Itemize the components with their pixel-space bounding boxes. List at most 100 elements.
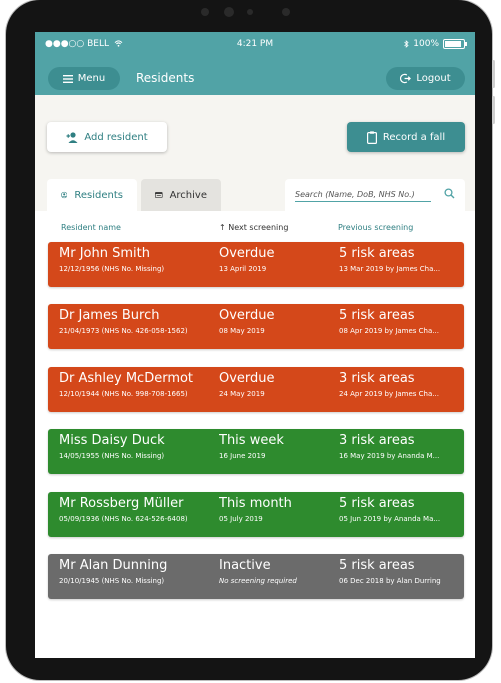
previous-screening-detail: 06 Dec 2018 by Alan Durring	[339, 577, 441, 585]
resident-details: 14/05/1955 (NHS No. Missing)	[59, 452, 165, 460]
status-bar: ●●●○○ BELL 4:21 PM 100%	[35, 32, 475, 54]
residents-panel: Resident name ↑ Next screening Previous …	[35, 211, 475, 658]
resident-details: 12/12/1956 (NHS No. Missing)	[59, 265, 165, 273]
resident-row[interactable]: Mr Rossberg Müller 05/09/1936 (NHS No. 62…	[48, 492, 464, 537]
next-screening-date: 05 July 2019	[219, 515, 263, 523]
archive-icon	[155, 192, 163, 198]
resident-details: 12/10/1944 (NHS No. 998-708-1665)	[59, 390, 188, 398]
volume-button	[492, 96, 495, 124]
resident-details: 21/04/1973 (NHS No. 426-058-1562)	[59, 327, 188, 335]
resident-name-cell: Miss Daisy Duck 14/05/1955 (NHS No. Missi…	[59, 433, 214, 460]
tablet-frame: ●●●○○ BELL 4:21 PM 100% Menu Residents L…	[6, 0, 495, 680]
menu-label: Menu	[77, 73, 106, 84]
resident-name: Miss Daisy Duck	[59, 433, 165, 448]
battery-icon	[443, 39, 467, 49]
next-screening-date: 13 April 2019	[219, 265, 267, 273]
next-screening-date: 24 May 2019	[219, 390, 265, 398]
hamburger-icon	[62, 74, 73, 83]
next-screening-status: This month	[219, 496, 292, 511]
resident-row[interactable]: Dr James Burch 21/04/1973 (NHS No. 426-05…	[48, 304, 464, 349]
resident-row[interactable]: Mr Alan Dunning 20/10/1945 (NHS No. Missi…	[48, 554, 464, 599]
add-resident-button[interactable]: Add resident	[47, 122, 167, 152]
front-camera	[224, 7, 234, 17]
page-title: Residents	[136, 71, 195, 85]
previous-screening-cell: 5 risk areas 05 Jun 2019 by Ananda Ma...	[339, 496, 459, 523]
resident-name-cell: Mr John Smith 12/12/1956 (NHS No. Missing…	[59, 246, 214, 273]
resident-name-cell: Mr Alan Dunning 20/10/1945 (NHS No. Missi…	[59, 558, 214, 585]
previous-screening-cell: 5 risk areas 08 Apr 2019 by James Cha...	[339, 308, 459, 335]
sensor-dot	[282, 8, 290, 16]
next-screening-cell: This week 16 June 2019	[219, 433, 334, 460]
battery-percent: 100%	[413, 39, 439, 49]
resident-row[interactable]: Dr Ashley McDermot 12/10/1944 (NHS No. 99…	[48, 367, 464, 412]
previous-screening-cell: 5 risk areas 06 Dec 2018 by Alan Durring	[339, 558, 459, 585]
previous-screening-summary: 5 risk areas	[339, 308, 415, 323]
clipboard-icon	[366, 130, 377, 144]
previous-screening-summary: 3 risk areas	[339, 433, 415, 448]
column-header-next[interactable]: ↑ Next screening	[219, 223, 288, 232]
previous-screening-summary: 5 risk areas	[339, 246, 415, 261]
resident-name-cell: Dr James Burch 21/04/1973 (NHS No. 426-05…	[59, 308, 214, 335]
resident-details: 05/09/1936 (NHS No. 624-526-6408)	[59, 515, 188, 523]
main-content: Add resident Record a fall Residents Arc…	[35, 95, 475, 658]
resident-name: Mr Rossberg Müller	[59, 496, 184, 511]
resident-details: 20/10/1945 (NHS No. Missing)	[59, 577, 165, 585]
record-fall-button[interactable]: Record a fall	[347, 122, 465, 152]
tab-bar: Residents Archive	[47, 179, 221, 211]
previous-screening-detail: 05 Jun 2019 by Ananda Ma...	[339, 515, 441, 523]
next-screening-cell: Inactive No screening required	[219, 558, 334, 585]
tab-archive[interactable]: Archive	[141, 179, 221, 211]
previous-screening-summary: 3 risk areas	[339, 371, 415, 386]
next-screening-status: Overdue	[219, 308, 275, 323]
previous-screening-summary: 5 risk areas	[339, 558, 415, 573]
resident-row[interactable]: Miss Daisy Duck 14/05/1955 (NHS No. Missi…	[48, 429, 464, 474]
search-box	[285, 179, 465, 211]
record-fall-label: Record a fall	[382, 131, 446, 143]
next-screening-status: Overdue	[219, 246, 275, 261]
sensor-dot	[247, 9, 253, 15]
resident-name: Dr Ashley McDermot	[59, 371, 194, 386]
person-circle-icon	[61, 191, 68, 199]
add-person-icon	[66, 131, 78, 143]
next-screening-cell: This month 05 July 2019	[219, 496, 334, 523]
app-header: ●●●○○ BELL 4:21 PM 100% Menu Residents L…	[35, 32, 475, 95]
previous-screening-detail: 16 May 2019 by Ananda M...	[339, 452, 440, 460]
next-screening-cell: Overdue 13 April 2019	[219, 246, 334, 273]
previous-screening-detail: 13 Mar 2019 by James Cha...	[339, 265, 441, 273]
column-header-name[interactable]: Resident name	[61, 223, 121, 232]
search-icon[interactable]	[444, 188, 455, 199]
tab-residents[interactable]: Residents	[47, 179, 137, 211]
resident-name: Mr John Smith	[59, 246, 150, 261]
resident-name-cell: Mr Rossberg Müller 05/09/1936 (NHS No. 62…	[59, 496, 214, 523]
resident-name-cell: Dr Ashley McDermot 12/10/1944 (NHS No. 99…	[59, 371, 214, 398]
resident-row[interactable]: Mr John Smith 12/12/1956 (NHS No. Missing…	[48, 242, 464, 287]
volume-button	[492, 60, 495, 88]
previous-screening-cell: 3 risk areas 24 Apr 2019 by James Cha...	[339, 371, 459, 398]
previous-screening-summary: 5 risk areas	[339, 496, 415, 511]
previous-screening-detail: 08 Apr 2019 by James Cha...	[339, 327, 439, 335]
previous-screening-detail: 24 Apr 2019 by James Cha...	[339, 390, 439, 398]
next-screening-date: 16 June 2019	[219, 452, 266, 460]
sensor-dot	[201, 8, 209, 16]
next-screening-date: 08 May 2019	[219, 327, 265, 335]
next-screening-status: This week	[219, 433, 284, 448]
column-header-previous[interactable]: Previous screening	[338, 223, 413, 232]
add-resident-label: Add resident	[84, 131, 148, 143]
next-screening-status: Overdue	[219, 371, 275, 386]
resident-name: Dr James Burch	[59, 308, 160, 323]
tab-label: Archive	[169, 189, 207, 201]
previous-screening-cell: 3 risk areas 16 May 2019 by Ananda M...	[339, 433, 459, 460]
logout-icon	[400, 73, 412, 84]
logout-button[interactable]: Logout	[386, 67, 465, 90]
menu-button[interactable]: Menu	[48, 67, 120, 90]
battery-indicator: 100%	[404, 39, 467, 49]
next-screening-status: Inactive	[219, 558, 271, 573]
next-screening-date: No screening required	[219, 577, 297, 585]
resident-name: Mr Alan Dunning	[59, 558, 168, 573]
bluetooth-icon	[404, 40, 409, 48]
search-input[interactable]	[295, 187, 431, 202]
app-screen: ●●●○○ BELL 4:21 PM 100% Menu Residents L…	[35, 32, 475, 658]
tab-label: Residents	[74, 189, 123, 201]
next-screening-cell: Overdue 08 May 2019	[219, 308, 334, 335]
logout-label: Logout	[416, 73, 451, 84]
